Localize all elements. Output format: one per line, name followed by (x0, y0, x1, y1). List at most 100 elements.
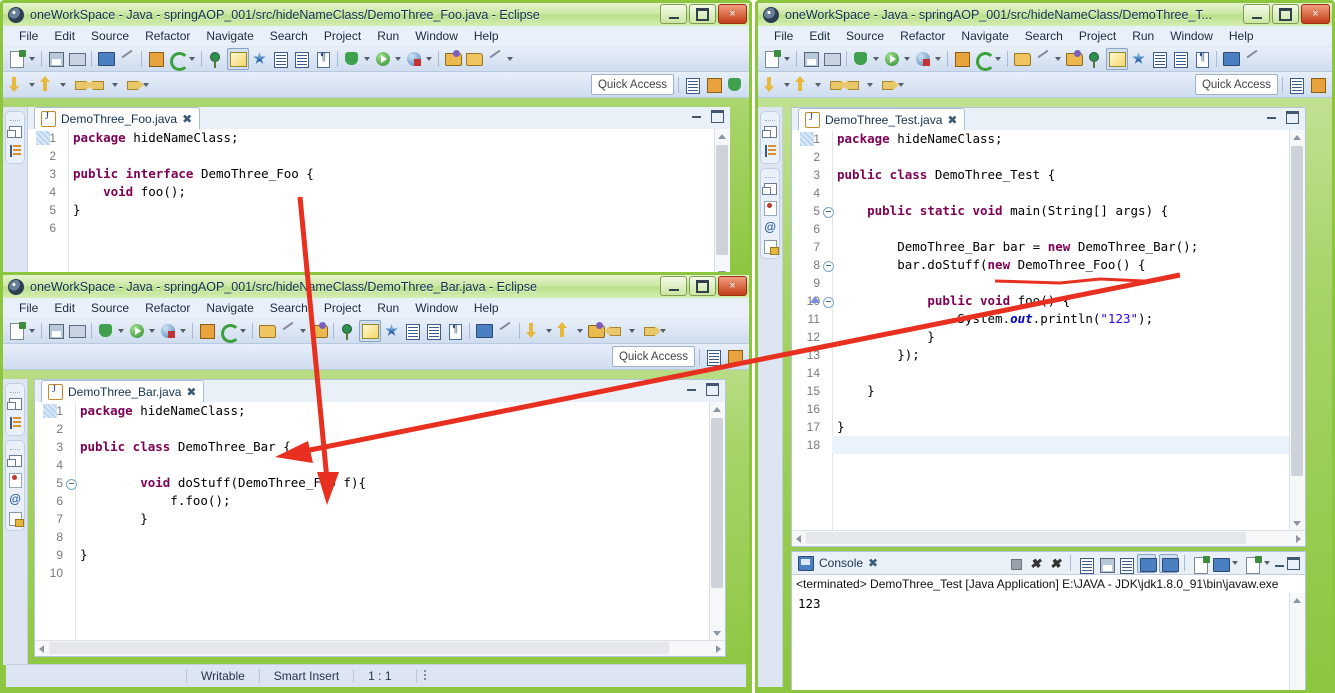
foo-menu-window[interactable]: Window (407, 28, 466, 44)
bar-close-button[interactable]: × (718, 276, 747, 296)
scroll-up-icon[interactable] (1293, 135, 1301, 140)
new-package-icon[interactable] (146, 49, 166, 69)
test-code-lines[interactable]: 1 package hideNameClass; 2 3 public class … (792, 130, 1305, 454)
bar-menu-project[interactable]: Project (316, 300, 369, 316)
link-editor-icon[interactable] (382, 321, 402, 341)
scroll-up-icon[interactable] (718, 134, 726, 139)
warning-marker-icon[interactable] (810, 296, 820, 303)
java-perspective-icon[interactable] (1308, 75, 1328, 95)
bar-toolbar-row1[interactable] (3, 319, 749, 344)
refresh-dropdown-icon[interactable] (239, 321, 248, 341)
toggle-mark-occurrences-icon[interactable] (1242, 49, 1262, 69)
print-icon[interactable] (474, 321, 494, 341)
drag-handle[interactable] (765, 172, 775, 178)
debug-dropdown-icon[interactable] (363, 49, 372, 69)
foo-toolbar-row2[interactable]: Quick Access (3, 72, 749, 98)
refresh-icon[interactable] (973, 49, 995, 71)
foo-window-buttons[interactable]: × (660, 4, 747, 24)
test-menu-run[interactable]: Run (1124, 28, 1162, 44)
foo-code-area[interactable]: 1 package hideNameClass; 2 3 public interf… (28, 129, 730, 278)
window-demothree-test[interactable]: oneWorkSpace - Java - springAOP_001/src/… (755, 0, 1335, 693)
external-tools-dropdown-icon[interactable] (934, 49, 943, 69)
display-console-dropdown-icon[interactable] (1231, 553, 1240, 573)
terminate-icon[interactable] (1007, 555, 1024, 572)
open-console-icon[interactable] (1243, 555, 1262, 574)
display-selected-console-icon[interactable] (1211, 555, 1230, 572)
refresh-dropdown-icon[interactable] (994, 49, 1003, 69)
debug-dropdown-icon[interactable] (872, 49, 881, 69)
next-annotation-dropdown-icon[interactable] (545, 321, 554, 341)
foo-menu-navigate[interactable]: Navigate (198, 28, 261, 44)
outline-view-icon[interactable] (6, 142, 24, 160)
foo-toolbar-row1[interactable] (3, 47, 749, 72)
foo-menu-help[interactable]: Help (466, 28, 507, 44)
bar-menubar[interactable]: File Edit Source Refactor Navigate Searc… (3, 298, 749, 319)
restore-view-icon[interactable] (761, 180, 779, 198)
foo-maximize-button[interactable] (689, 4, 716, 24)
save-all-icon[interactable] (67, 49, 87, 69)
bar-window-buttons[interactable]: × (660, 276, 747, 296)
minimize-icon[interactable] (687, 383, 696, 391)
foo-menu-edit[interactable]: Edit (46, 28, 83, 44)
previous-annotation-dropdown-icon[interactable] (814, 75, 823, 95)
run-icon[interactable] (373, 49, 393, 69)
previous-annotation-icon[interactable] (555, 321, 575, 341)
foo-vertical-scrollbar[interactable] (714, 129, 730, 278)
run-dropdown-icon[interactable] (903, 49, 912, 69)
forward-icon[interactable] (121, 75, 144, 95)
paragraph-icon[interactable] (313, 49, 333, 69)
forward-dropdown-icon[interactable] (659, 321, 668, 341)
new-folder-icon[interactable] (309, 321, 329, 341)
test-editor-window-controls[interactable] (1267, 111, 1299, 124)
problems-view-icon[interactable] (6, 471, 24, 489)
next-annotation-dropdown-icon[interactable] (28, 75, 37, 95)
back-dropdown-icon[interactable] (111, 75, 120, 95)
table-icon[interactable] (1171, 49, 1191, 69)
drag-handle[interactable] (765, 115, 775, 121)
remove-all-terminated-icon[interactable]: ✖ (1047, 555, 1064, 572)
open-perspective-icon[interactable] (1287, 75, 1307, 95)
bar-titlebar[interactable]: oneWorkSpace - Java - springAOP_001/src/… (3, 275, 749, 298)
fold-marker-icon[interactable] (823, 261, 834, 272)
debug-icon[interactable] (96, 321, 116, 341)
minimize-icon[interactable] (1275, 559, 1284, 567)
scroll-up-icon[interactable] (1293, 598, 1301, 603)
previous-annotation-icon[interactable] (793, 75, 813, 95)
foo-menu-refactor[interactable]: Refactor (137, 28, 198, 44)
foo-menubar[interactable]: File Edit Source Refactor Navigate Searc… (3, 26, 749, 47)
save-all-icon[interactable] (67, 321, 87, 341)
close-icon[interactable]: ✖ (868, 556, 878, 570)
table-icon[interactable] (424, 321, 444, 341)
bar-editor-window-controls[interactable] (687, 383, 719, 396)
debug-dropdown-icon[interactable] (117, 321, 126, 341)
test-vertical-scrollbar[interactable] (1289, 130, 1305, 531)
bar-fast-view-bar[interactable]: @ (3, 379, 28, 665)
test-menu-search[interactable]: Search (1017, 28, 1071, 44)
foo-quick-access-input[interactable]: Quick Access (590, 74, 674, 95)
test-menu-file[interactable]: File (766, 28, 801, 44)
scroll-thumb-h[interactable] (806, 532, 1246, 544)
new-dropdown-icon[interactable] (783, 49, 792, 69)
maximize-icon[interactable] (711, 110, 724, 123)
search-icon[interactable] (1085, 49, 1105, 69)
drag-handle[interactable] (10, 387, 20, 393)
foo-fast-view-bar[interactable] (3, 107, 28, 278)
save-icon[interactable] (801, 49, 821, 69)
brush-dropdown-icon[interactable] (1054, 49, 1063, 69)
next-annotation-icon[interactable] (524, 321, 544, 341)
bar-menu-file[interactable]: File (11, 300, 46, 316)
scroll-thumb[interactable] (716, 145, 728, 255)
open-type-icon[interactable] (271, 49, 291, 69)
run-dropdown-icon[interactable] (148, 321, 157, 341)
tasks-view-icon[interactable] (761, 237, 779, 255)
foo-code-lines[interactable]: 1 package hideNameClass; 2 3 public interf… (28, 129, 730, 237)
search-icon[interactable] (338, 321, 358, 341)
close-icon[interactable]: ✖ (186, 385, 196, 399)
open-type-icon[interactable] (1150, 49, 1170, 69)
brush-icon[interactable] (278, 321, 298, 341)
test-fast-view-bar[interactable]: @ (758, 107, 783, 687)
window-demothree-bar[interactable]: oneWorkSpace - Java - springAOP_001/src/… (0, 272, 752, 693)
test-menu-project[interactable]: Project (1071, 28, 1124, 44)
new-folder-icon[interactable] (443, 49, 463, 69)
test-menu-navigate[interactable]: Navigate (953, 28, 1016, 44)
